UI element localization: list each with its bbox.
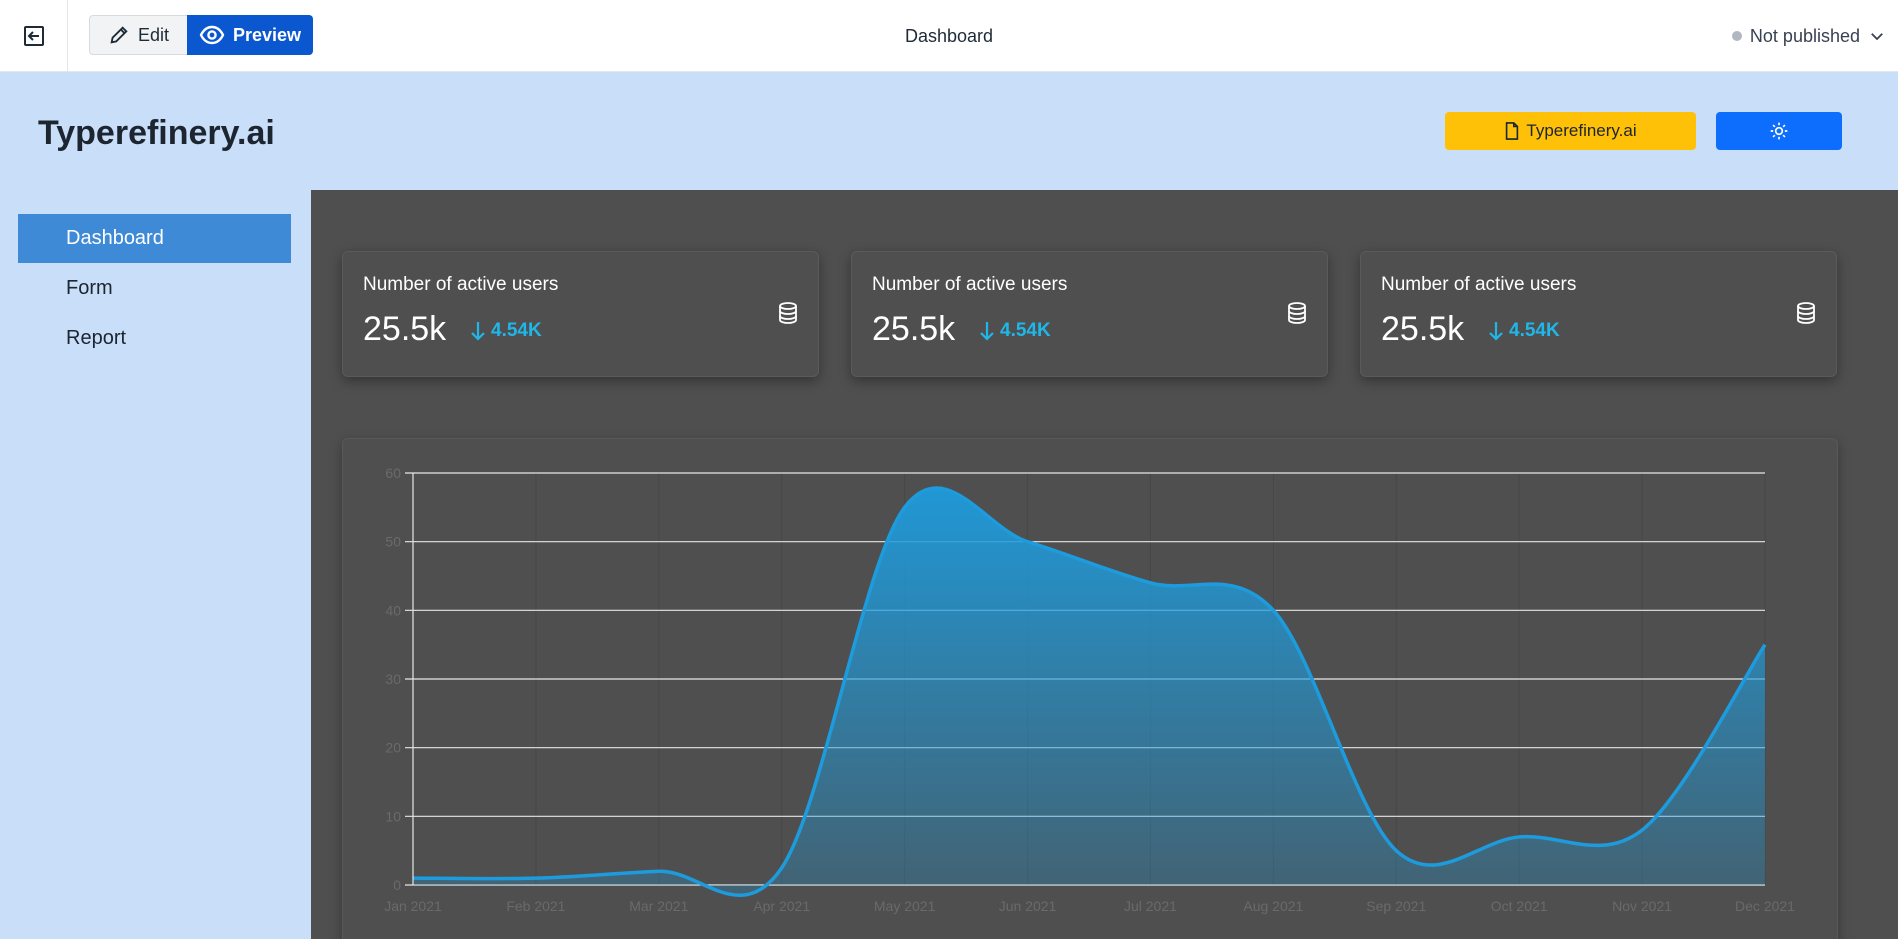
stat-card: Number of active users 25.5k 4.54K bbox=[851, 251, 1328, 377]
stat-trend-value: 4.54K bbox=[1509, 320, 1560, 341]
y-tick-label: 30 bbox=[385, 671, 401, 687]
preview-label: Preview bbox=[232, 24, 302, 45]
stat-value: 25.5k bbox=[363, 310, 447, 348]
database-icon bbox=[1288, 302, 1306, 324]
y-tick-label: 10 bbox=[385, 808, 401, 824]
x-tick-label: Oct 2021 bbox=[1491, 898, 1548, 914]
stat-value: 25.5k bbox=[1381, 310, 1465, 348]
theme-toggle-button[interactable] bbox=[1716, 112, 1842, 150]
y-tick-label: 60 bbox=[385, 465, 401, 481]
edit-button[interactable]: Edit bbox=[89, 15, 187, 55]
publish-status-dropdown[interactable]: Not published bbox=[1731, 0, 1886, 72]
x-tick-label: Jul 2021 bbox=[1124, 898, 1177, 914]
mode-switch: Edit Preview bbox=[89, 15, 313, 55]
x-tick-label: Feb 2021 bbox=[506, 898, 565, 914]
eye-icon bbox=[199, 25, 225, 45]
y-tick-label: 20 bbox=[385, 740, 401, 756]
x-tick-label: Sep 2021 bbox=[1366, 898, 1426, 914]
stat-label: Number of active users bbox=[363, 274, 559, 295]
data-point[interactable] bbox=[1391, 846, 1401, 856]
x-tick-label: Jun 2021 bbox=[999, 898, 1057, 914]
chevron-down-icon bbox=[1871, 33, 1883, 41]
doc-button[interactable]: Typerefinery.ai bbox=[1445, 112, 1696, 150]
stat-trend: 4.54K bbox=[469, 320, 542, 342]
sidebar-item-report[interactable]: Report bbox=[18, 314, 291, 363]
sun-icon bbox=[1770, 122, 1788, 140]
data-point[interactable] bbox=[654, 866, 664, 876]
y-tick-label: 0 bbox=[393, 877, 401, 893]
x-tick-label: Apr 2021 bbox=[753, 898, 810, 914]
stat-trend-value: 4.54K bbox=[491, 320, 542, 341]
chart-panel: 0 10 20 30 40 50 60 Jan 2021 Feb 2021 Mar 2021 Apr… bbox=[342, 438, 1838, 939]
y-tick-label: 40 bbox=[385, 602, 401, 618]
data-point[interactable] bbox=[1760, 640, 1770, 650]
x-tick-label: Jan 2021 bbox=[384, 898, 442, 914]
series-area bbox=[413, 487, 1765, 896]
y-tick-label: 50 bbox=[385, 534, 401, 550]
stat-trend-value: 4.54K bbox=[1000, 320, 1051, 341]
database-icon bbox=[1797, 302, 1815, 324]
arrow-down-icon bbox=[1489, 322, 1503, 341]
pencil-icon bbox=[110, 26, 128, 44]
exit-button[interactable] bbox=[0, 0, 68, 72]
stat-trend: 4.54K bbox=[1487, 320, 1560, 342]
data-point[interactable] bbox=[1145, 578, 1155, 588]
x-tick-label: May 2021 bbox=[874, 898, 936, 914]
data-point[interactable] bbox=[1268, 605, 1278, 615]
arrow-down-icon bbox=[980, 322, 994, 341]
x-tick-label: Aug 2021 bbox=[1243, 898, 1303, 914]
data-point[interactable] bbox=[1023, 537, 1033, 547]
edit-label: Edit bbox=[137, 24, 170, 45]
main-content: Number of active users 25.5k 4.54K Numbe… bbox=[311, 190, 1898, 939]
area-chart: 0 10 20 30 40 50 60 Jan 2021 Feb 2021 Mar 2021 Apr… bbox=[384, 465, 1795, 914]
sidebar: Dashboard Form Report bbox=[18, 214, 291, 364]
status-dot bbox=[1731, 31, 1742, 41]
data-point[interactable] bbox=[531, 873, 541, 883]
x-tick-label: Mar 2021 bbox=[629, 898, 688, 914]
database-icon bbox=[779, 302, 797, 324]
file-icon bbox=[1506, 122, 1519, 140]
stat-card: Number of active users 25.5k 4.54K bbox=[1360, 251, 1837, 377]
app-title: Typerefinery.ai bbox=[38, 114, 275, 152]
publish-status-label: Not published bbox=[1749, 25, 1860, 46]
stat-label: Number of active users bbox=[1381, 274, 1577, 295]
x-tick-label: Dec 2021 bbox=[1735, 898, 1795, 914]
stat-trend: 4.54K bbox=[978, 320, 1051, 342]
stat-label: Number of active users bbox=[872, 274, 1068, 295]
data-point[interactable] bbox=[777, 863, 787, 873]
stat-card: Number of active users 25.5k 4.54K bbox=[342, 251, 819, 377]
exit-icon bbox=[23, 26, 44, 46]
doc-button-label: Typerefinery.ai bbox=[1526, 121, 1637, 140]
arrow-down-icon bbox=[471, 322, 485, 341]
data-point[interactable] bbox=[1514, 832, 1524, 842]
data-point[interactable] bbox=[1637, 825, 1647, 835]
sidebar-item-dashboard[interactable]: Dashboard bbox=[18, 214, 291, 263]
top-toolbar: Edit Preview Dashboard Not published bbox=[0, 0, 1898, 72]
preview-button[interactable]: Preview bbox=[187, 15, 313, 55]
data-point[interactable] bbox=[900, 502, 910, 512]
x-tick-label: Nov 2021 bbox=[1612, 898, 1672, 914]
stat-value: 25.5k bbox=[872, 310, 956, 348]
sidebar-item-form[interactable]: Form bbox=[18, 264, 291, 313]
